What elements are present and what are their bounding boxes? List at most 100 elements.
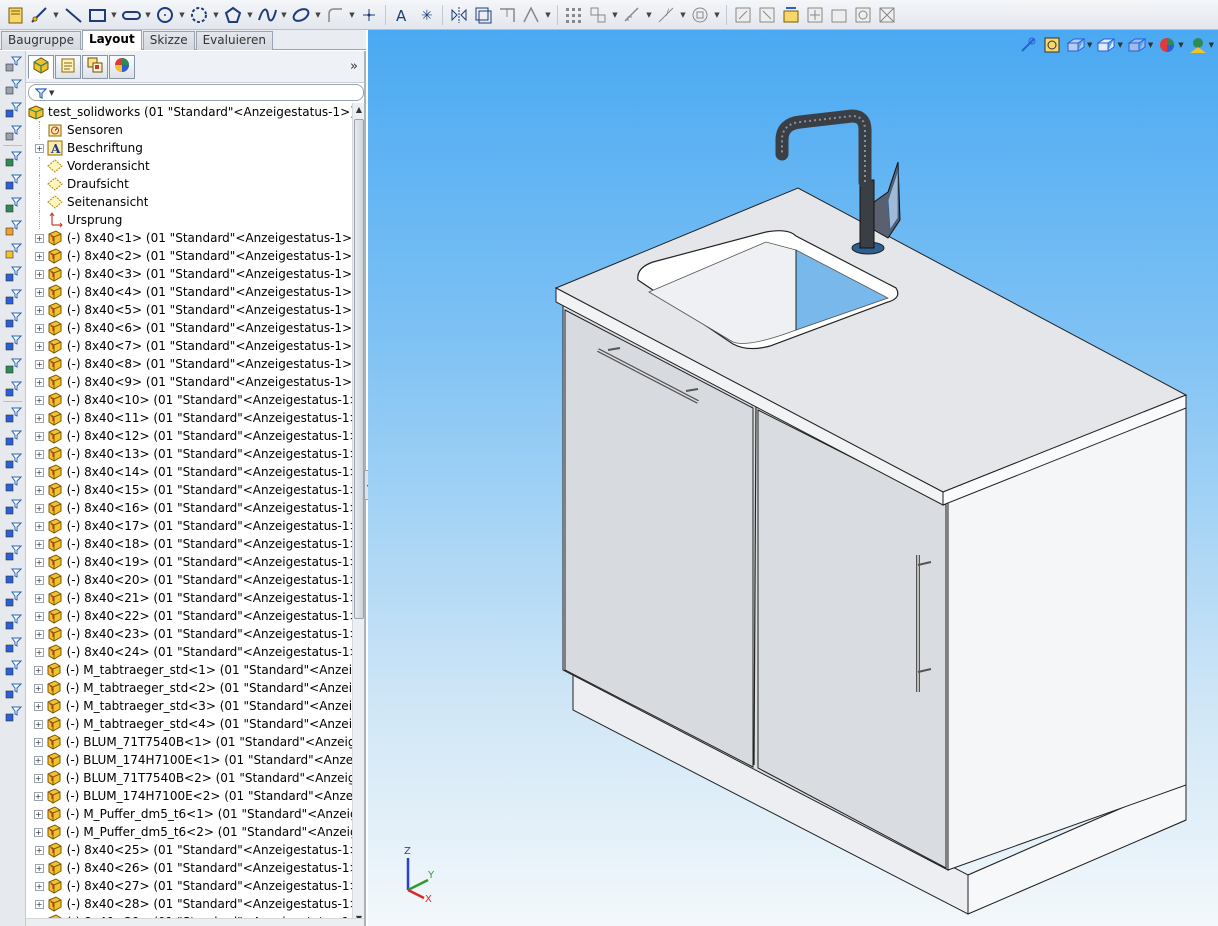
move-entities-icon[interactable] <box>587 4 609 26</box>
insert-block-icon[interactable] <box>804 4 826 26</box>
expand-icon[interactable]: + <box>34 413 44 423</box>
expand-icon[interactable]: + <box>34 431 44 441</box>
explode-block-icon[interactable] <box>876 4 898 26</box>
smart-dimension-icon[interactable] <box>28 4 50 26</box>
expand-icon[interactable]: + <box>33 737 43 747</box>
expand-icon[interactable]: + <box>34 377 44 387</box>
selection-filter-icon[interactable] <box>3 149 23 169</box>
tree-item[interactable]: + (-) M_tabtraeger_std<1> (01 "Standard"<… <box>26 661 352 679</box>
tree-item[interactable]: Ursprung <box>26 211 352 229</box>
expand-panel-icon[interactable]: » <box>350 59 358 74</box>
expand-icon[interactable]: + <box>33 701 43 711</box>
expand-icon[interactable]: + <box>34 449 44 459</box>
tree-item[interactable]: + (-) 8x40<23> (01 "Standard"<Anzeigestat… <box>26 625 352 643</box>
fillet-icon[interactable] <box>324 4 346 26</box>
line-icon[interactable] <box>62 4 84 26</box>
tree-item[interactable]: + (-) 8x40<13> (01 "Standard"<Anzeigestat… <box>26 445 352 463</box>
add-remove-block-icon[interactable] <box>828 4 850 26</box>
edit-block-icon[interactable] <box>780 4 802 26</box>
selection-filter-icon[interactable] <box>3 566 23 586</box>
chevron-down-icon[interactable]: ▼ <box>544 4 552 26</box>
chevron-down-icon[interactable]: ▼ <box>212 4 220 26</box>
configuration-manager-tab[interactable] <box>82 54 108 79</box>
tree-item[interactable]: + (-) 8x40<21> (01 "Standard"<Anzeigestat… <box>26 589 352 607</box>
expand-icon[interactable]: + <box>34 629 44 639</box>
selection-filter-icon[interactable] <box>3 428 23 448</box>
expand-icon[interactable]: + <box>33 665 43 675</box>
expand-icon[interactable]: + <box>34 593 44 603</box>
selection-filter-icon[interactable] <box>3 681 23 701</box>
tree-item[interactable]: + (-) 8x40<4> (01 "Standard"<Anzeigestatu… <box>26 283 352 301</box>
expand-icon[interactable]: + <box>34 521 44 531</box>
tree-scrollbar[interactable]: ▲ ▼ <box>352 103 364 926</box>
tab-skizze[interactable]: Skizze <box>142 31 195 50</box>
selection-filter-icon[interactable] <box>3 658 23 678</box>
spline-icon[interactable] <box>256 4 278 26</box>
view-orientation-icon[interactable] <box>1096 35 1117 55</box>
property-manager-tab[interactable] <box>55 54 81 79</box>
expand-icon[interactable]: + <box>34 485 44 495</box>
selection-filter-icon[interactable] <box>3 612 23 632</box>
selection-filter-icon[interactable] <box>3 54 23 74</box>
tree-item[interactable]: + (-) 8x40<9> (01 "Standard"<Anzeigestatu… <box>26 373 352 391</box>
section-view-icon[interactable] <box>1066 35 1086 55</box>
selection-filter-icon[interactable] <box>3 287 23 307</box>
quick-snaps-icon[interactable] <box>689 4 711 26</box>
display-style-icon[interactable] <box>1127 35 1147 55</box>
expand-icon[interactable]: + <box>33 809 43 819</box>
point-icon[interactable] <box>358 4 380 26</box>
ellipse-icon[interactable] <box>290 4 312 26</box>
text-icon[interactable]: A <box>391 4 413 26</box>
tree-item[interactable]: + (-) 8x40<27> (01 "Standard"<Anzeigestat… <box>26 877 352 895</box>
tree-item[interactable]: + (-) 8x40<25> (01 "Standard"<Anzeigestat… <box>26 841 352 859</box>
graphics-viewport[interactable]: ▼ ▼ ▼ ▼ ▼ Z Y X <box>368 30 1218 926</box>
tree-item[interactable]: + (-) M_Puffer_dm5_t6<1> (01 "Standard"<A… <box>26 805 352 823</box>
tree-item[interactable]: + (-) 8x40<18> (01 "Standard"<Anzeigestat… <box>26 535 352 553</box>
make-block-icon[interactable] <box>756 4 778 26</box>
tree-item[interactable]: Draufsicht <box>26 175 352 193</box>
trim-icon[interactable] <box>496 4 518 26</box>
tree-item[interactable]: + (-) 8x40<12> (01 "Standard"<Anzeigestat… <box>26 427 352 445</box>
tab-layout[interactable]: Layout <box>81 30 142 50</box>
offset-icon[interactable] <box>472 4 494 26</box>
expand-icon[interactable]: + <box>33 773 43 783</box>
chevron-down-icon[interactable]: ▼ <box>178 4 186 26</box>
tree-item[interactable]: + (-) 8x40<7> (01 "Standard"<Anzeigestatu… <box>26 337 352 355</box>
expand-icon[interactable]: + <box>34 251 44 261</box>
selection-filter-icon[interactable] <box>3 704 23 724</box>
selection-filter-icon[interactable] <box>3 589 23 609</box>
selection-filter-icon[interactable] <box>3 218 23 238</box>
expand-icon[interactable]: + <box>34 305 44 315</box>
tree-item[interactable]: + (-) BLUM_174H7100E<2> (01 "Standard"<An… <box>26 787 352 805</box>
expand-icon[interactable]: + <box>34 557 44 567</box>
horizontal-scrollbar[interactable] <box>26 918 364 926</box>
selection-filter-icon[interactable] <box>3 310 23 330</box>
tree-item[interactable]: + (-) 8x40<16> (01 "Standard"<Anzeigestat… <box>26 499 352 517</box>
selection-filter-icon[interactable] <box>3 451 23 471</box>
expand-icon[interactable]: + <box>34 503 44 513</box>
expand-icon[interactable]: + <box>34 287 44 297</box>
display-relations-icon[interactable] <box>621 4 643 26</box>
selection-filter-icon[interactable] <box>3 172 23 192</box>
tree-item[interactable]: + (-) 8x40<11> (01 "Standard"<Anzeigestat… <box>26 409 352 427</box>
chevron-down-icon[interactable]: ▼ <box>1148 41 1153 49</box>
arc-icon[interactable] <box>188 4 210 26</box>
polygon-icon[interactable] <box>222 4 244 26</box>
tree-item[interactable]: + (-) 8x40<10> (01 "Standard"<Anzeigestat… <box>26 391 352 409</box>
expand-icon[interactable]: + <box>34 269 44 279</box>
selection-filter-icon[interactable] <box>3 356 23 376</box>
selection-filter-icon[interactable] <box>3 264 23 284</box>
expand-icon[interactable]: + <box>34 467 44 477</box>
tree-item[interactable]: + (-) BLUM_174H7100E<1> (01 "Standard"<An… <box>26 751 352 769</box>
zoom-area-icon[interactable] <box>1042 35 1062 55</box>
tree-item[interactable]: + (-) 8x40<14> (01 "Standard"<Anzeigestat… <box>26 463 352 481</box>
chevron-down-icon[interactable]: ▼ <box>280 4 288 26</box>
scroll-thumb[interactable] <box>354 119 364 619</box>
tab-evaluieren[interactable]: Evaluieren <box>195 31 273 50</box>
selection-filter-icon[interactable] <box>3 543 23 563</box>
linear-pattern-icon[interactable] <box>563 4 585 26</box>
tree-item[interactable]: + (-) M_tabtraeger_std<2> (01 "Standard"<… <box>26 679 352 697</box>
expand-icon[interactable]: + <box>33 827 43 837</box>
tree-item[interactable]: + (-) M_tabtraeger_std<4> (01 "Standard"<… <box>26 715 352 733</box>
chevron-down-icon[interactable]: ▼ <box>645 4 653 26</box>
